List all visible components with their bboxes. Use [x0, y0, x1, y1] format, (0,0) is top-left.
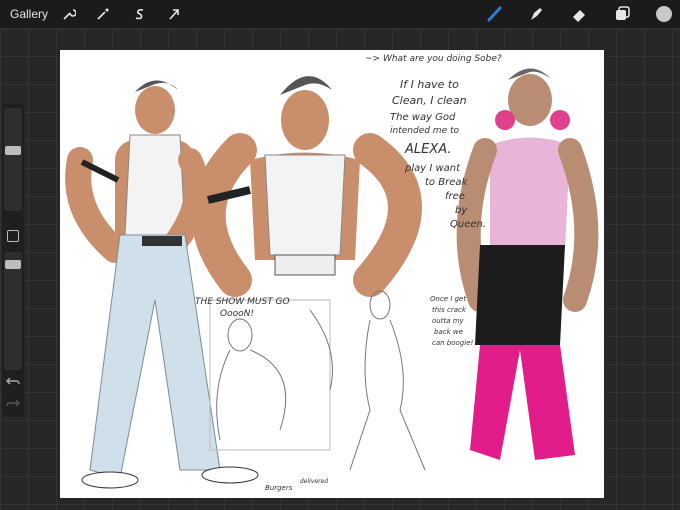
- opacity-handle[interactable]: [5, 260, 21, 269]
- brush-size-handle[interactable]: [5, 146, 21, 155]
- side-toolbar: [2, 104, 24, 416]
- transform-arrow-icon[interactable]: [164, 4, 184, 24]
- color-swatch[interactable]: [654, 4, 674, 24]
- note-once1: Once I get: [430, 295, 467, 303]
- brush-icon[interactable]: [485, 4, 505, 24]
- note-line6: play I want: [405, 163, 461, 174]
- layers-icon[interactable]: [612, 4, 632, 24]
- note-line5: ALEXA.: [405, 142, 452, 157]
- undo-icon[interactable]: [6, 374, 20, 392]
- artwork: [65, 68, 599, 489]
- note-question: ~> What are you doing Sobe?: [365, 54, 502, 64]
- note-line10: Queen.: [450, 219, 487, 230]
- note-burgers: Burgers: [265, 484, 293, 492]
- note-line1: If I have to: [400, 78, 459, 91]
- selection-s-icon[interactable]: [130, 4, 150, 24]
- note-line4: intended me to: [390, 126, 459, 136]
- note-line7: to Break: [425, 177, 468, 188]
- right-figure: [456, 68, 599, 460]
- drawing-canvas[interactable]: ~> What are you doing Sobe? If I have to…: [60, 50, 604, 498]
- note-once4: back we: [434, 328, 463, 336]
- note-line3: The way God: [390, 112, 456, 123]
- redo-icon[interactable]: [6, 396, 20, 414]
- note-show: THE SHOW MUST GO: [195, 297, 290, 307]
- opacity-slider[interactable]: [4, 252, 22, 370]
- brush-size-slider[interactable]: [4, 108, 22, 211]
- note-once3: outta my: [432, 317, 464, 325]
- gallery-button[interactable]: Gallery: [10, 7, 48, 21]
- note-burgers2: delivered: [300, 478, 329, 485]
- note-line2: Clean, I clean: [392, 94, 467, 107]
- eraser-icon[interactable]: [569, 4, 589, 24]
- note-once2: this crack: [432, 306, 466, 314]
- magic-wand-icon[interactable]: [93, 4, 113, 24]
- smudge-icon[interactable]: [526, 4, 546, 24]
- note-show2: OoooN!: [220, 309, 254, 319]
- middle-figure: [191, 76, 422, 297]
- top-toolbar: Gallery: [0, 0, 680, 28]
- note-once5: can boogie!: [432, 339, 474, 347]
- note-line8: free: [445, 191, 465, 202]
- wrench-icon[interactable]: [59, 4, 79, 24]
- note-line9: by: [455, 205, 468, 216]
- modify-button[interactable]: [7, 230, 19, 242]
